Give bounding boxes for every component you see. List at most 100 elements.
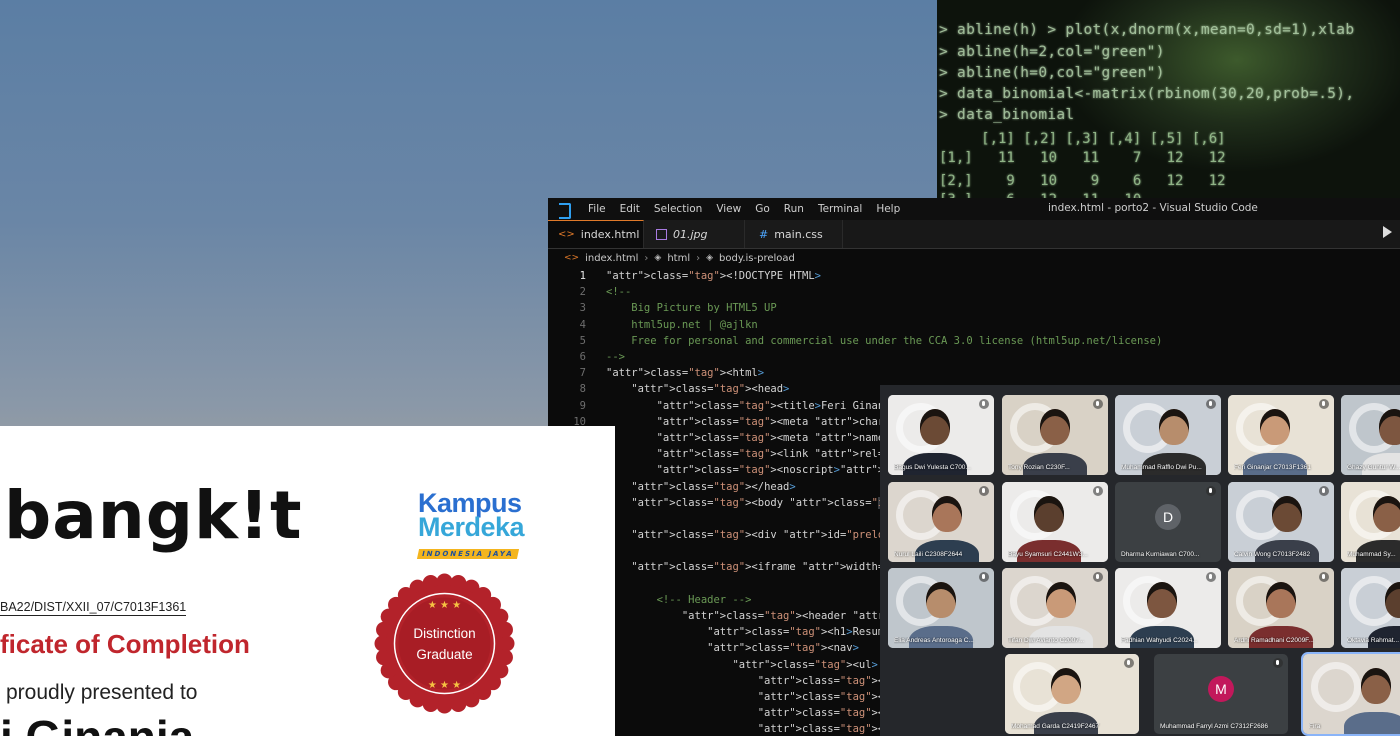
r-matrix-row: [1,] 11 10 11 7 12 12 [939, 150, 1226, 166]
breadcrumb-item[interactable]: body.is-preload [719, 253, 795, 264]
certificate-recipient-name: i Ginanja [0, 714, 260, 736]
breadcrumb-item[interactable]: index.html [585, 253, 638, 264]
line-number: 8 [579, 383, 586, 396]
participant-video [888, 482, 994, 562]
image-file-icon [656, 228, 667, 240]
participant-face [1379, 409, 1400, 445]
editor-tabs: <> index.html X 01.jpg # main.css [548, 220, 1400, 249]
participant-tile[interactable]: M Muhammad Farryl Azmi C7312F2686 [1154, 654, 1288, 734]
tab-label: index.html [580, 228, 640, 241]
breadcrumb: <> index.html › ◈ html › ◈ body.is-prelo… [548, 249, 1400, 267]
menu-edit[interactable]: Edit [613, 203, 647, 215]
participant-name: Muhammad Sy... [1347, 551, 1396, 558]
participant-tile[interactable]: Tony Rozian C230F... [1002, 395, 1108, 475]
menu-view[interactable]: View [709, 203, 748, 215]
menu-terminal[interactable]: Terminal [811, 203, 869, 215]
line-number: 5 [579, 334, 586, 347]
code-line[interactable]: 1 "attr">class="tag"><!DOCTYPE HTML> [548, 268, 1400, 284]
certificate-title: ficate of Completion [0, 629, 250, 659]
participant-video [1005, 654, 1139, 734]
participant-face [1040, 409, 1070, 445]
participant-video [1115, 395, 1221, 475]
participant-tile[interactable]: Elia Andreas Antoroaga C... [888, 568, 994, 648]
menu-selection[interactable]: Selection [647, 203, 709, 215]
participant-tile[interactable]: Ardhi Ramadhani C2009F... [1228, 568, 1334, 648]
participant-tile[interactable]: Bagus Dwi Yulesta C700... [888, 395, 994, 475]
participant-name: Mohamad Garda C2419F2467 [1011, 723, 1100, 730]
participant-tile[interactable]: Feri Ginanjar C7013F1361 [1228, 395, 1334, 475]
participant-tile[interactable]: Muhammad Sy... [1341, 482, 1400, 562]
code-text: "attr">class="tag"><!DOCTYPE HTML> [606, 270, 821, 283]
code-line[interactable]: 6 --> [548, 349, 1400, 365]
line-number: 6 [579, 351, 586, 364]
participant-video [1341, 568, 1400, 648]
mic-muted-icon [979, 399, 989, 409]
r-matrix-row: [2,] 9 10 9 6 12 12 [939, 173, 1226, 189]
distinction-seal: ★ ★ ★ Distinction Graduate ★ ★ ★ [374, 573, 515, 714]
participant-tile[interactable]: Fira [1301, 652, 1400, 736]
vscode-logo-icon [557, 202, 571, 219]
menu-go[interactable]: Go [748, 203, 777, 215]
participant-name: Oktavia Rahmat... [1347, 637, 1400, 644]
participant-face [1147, 582, 1177, 618]
menu-help[interactable]: Help [869, 203, 907, 215]
participant-video [1303, 654, 1400, 734]
participant-video [1002, 568, 1108, 648]
code-line[interactable]: 4 html5up.net | @ajlkn [548, 317, 1400, 333]
code-line[interactable]: 3 Big Picture by HTML5 UP [548, 300, 1400, 316]
kampus-merdeka-logo: Kampus Merdeka INDONESIA JAYA [416, 489, 548, 560]
star-icon: ★ ★ ★ [428, 600, 461, 611]
participant-face [1272, 496, 1302, 532]
certificate-presented-text: proudly presented to [6, 681, 198, 704]
participant-tile[interactable]: Nurul Laili C2308F2644 [888, 482, 994, 562]
participant-name: Tifan Dwi Avianto C2007... [1008, 637, 1085, 644]
participant-tile[interactable]: D Dharma Kurniawan C700... [1115, 482, 1221, 562]
mic-muted-icon [1093, 486, 1103, 496]
participant-tile[interactable]: Oktavia Rahmat... [1341, 568, 1400, 648]
participant-tile[interactable]: Bayu Syamsuri C2441W3... [1002, 482, 1108, 562]
participant-video [1002, 482, 1108, 562]
menu-run[interactable]: Run [777, 203, 811, 215]
participant-video [1228, 568, 1334, 648]
run-icon[interactable] [1383, 226, 1392, 238]
participant-video [1341, 482, 1400, 562]
participant-tile[interactable]: Calvin Wong C7013F2482 [1228, 482, 1334, 562]
code-text: "attr">class="tag"><ul> [732, 658, 878, 671]
r-console-line: > abline(h) > plot(x,dnorm(x,mean=0,sd=1… [939, 22, 1355, 38]
menu-file[interactable]: File [581, 203, 613, 215]
code-line[interactable]: 2 <!-- [548, 284, 1400, 300]
seal-line1: Distinction [413, 626, 475, 641]
participant-tile[interactable]: Tifan Dwi Avianto C2007... [1002, 568, 1108, 648]
code-line[interactable]: 7 "attr">class="tag"><html> [548, 365, 1400, 381]
breadcrumb-item[interactable]: html [667, 253, 690, 264]
vscode-titlebar: File Edit Selection View Go Run Terminal… [548, 198, 1400, 220]
participant-name: Ardhi Ramadhani C2009F... [1234, 637, 1314, 644]
participant-name: Elia Andreas Antoroaga C... [894, 637, 974, 644]
line-number: 7 [579, 367, 586, 380]
participant-face [932, 496, 962, 532]
participant-face [1034, 496, 1064, 532]
participant-tile[interactable]: Mohamad Garda C2419F2467 [1005, 654, 1139, 734]
tab-main-css[interactable]: # main.css [745, 220, 843, 248]
participant-face [1361, 668, 1391, 704]
participant-tile[interactable]: Ghazy Guntur W... [1341, 395, 1400, 475]
code-line[interactable]: 5 Free for personal and commercial use u… [548, 333, 1400, 349]
participant-face [1159, 409, 1189, 445]
code-text: "attr">class="tag"><html> [606, 367, 765, 380]
mic-muted-icon [1206, 572, 1216, 582]
mic-muted-icon [1206, 486, 1216, 496]
vscode-window-title: index.html - porto2 - Visual Studio Code [1048, 202, 1258, 214]
r-matrix-header: [,1] [,2] [,3] [,4] [,5] [,6] [939, 131, 1226, 147]
participant-video [888, 568, 994, 648]
seal-line2: Graduate [416, 647, 472, 662]
participant-video [888, 395, 994, 475]
participant-tile[interactable]: Fadhian Wahyudi C2024... [1115, 568, 1221, 648]
participant-name: Feri Ginanjar C7013F1361 [1234, 464, 1311, 471]
code-text: "attr">class="tag"></head> [631, 480, 796, 493]
participant-name: Nurul Laili C2308F2644 [894, 551, 963, 558]
participant-tile[interactable]: Muhammad Rafflo Dwi Pu... [1115, 395, 1221, 475]
tab-01-jpg[interactable]: 01.jpg [644, 220, 745, 248]
tab-index-html[interactable]: <> index.html X [548, 220, 655, 248]
line-number: 2 [579, 286, 586, 299]
element-icon: ◈ [706, 253, 714, 263]
